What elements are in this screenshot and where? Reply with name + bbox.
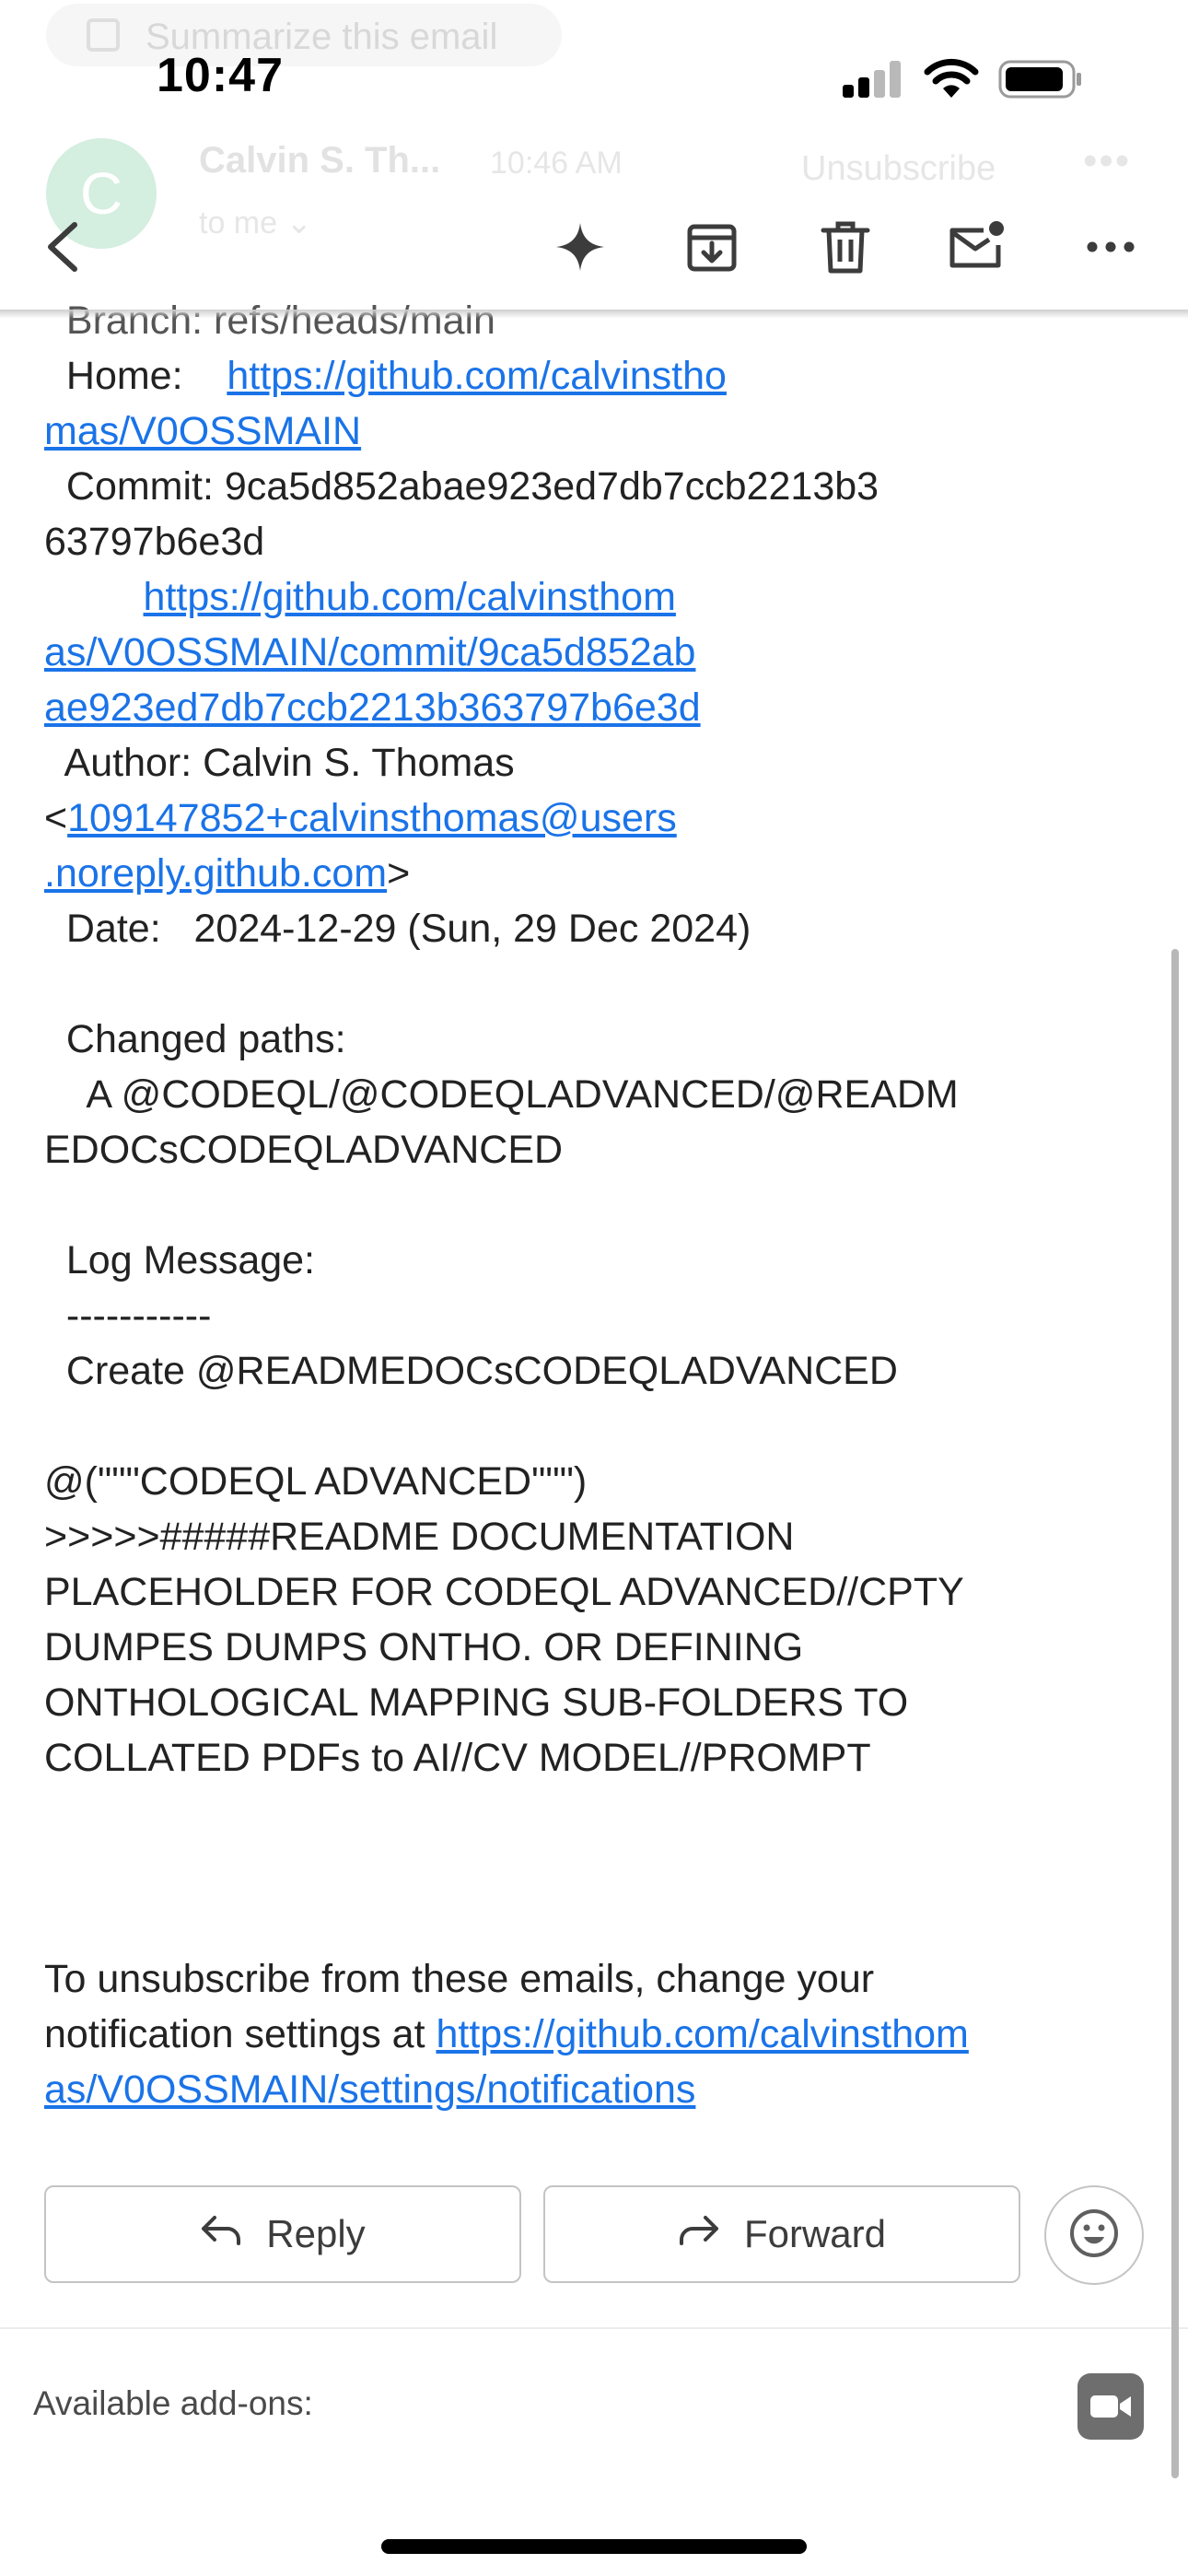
cellular-signal-icon xyxy=(843,61,902,98)
addons-label: Available add-ons: xyxy=(33,2384,313,2422)
sender-name: Calvin S. Th... xyxy=(199,140,441,181)
video-addon-icon[interactable] xyxy=(1077,2373,1144,2440)
date-line: Date: 2024-12-29 (Sun, 29 Dec 2024) xyxy=(44,907,751,951)
home-label: Home: xyxy=(44,354,216,398)
log-message-create: Create @READMEDOCsCODEQLADVANCED xyxy=(44,1349,898,1393)
message-line-4: DUMPES DUMPS ONTHO. OR DEFINING xyxy=(44,1625,804,1669)
home-indicator[interactable] xyxy=(381,2539,807,2554)
toolbar-shadow xyxy=(0,310,1188,319)
author-line: Author: Calvin S. Thomas xyxy=(44,741,515,785)
footer-divider xyxy=(0,2327,1188,2329)
email-body: Branch: refs/heads/main Home: https://gi… xyxy=(44,293,1149,2117)
author-email-line-2: .noreply.github.com> xyxy=(44,846,1149,901)
message-line-5: ONTHOLOGICAL MAPPING SUB-FOLDERS TO xyxy=(44,1680,909,1725)
email-time: 10:46 AM xyxy=(490,146,623,181)
commit-line: Commit: 9ca5d852abae923ed7db7ccb2213b3 xyxy=(44,464,879,509)
commit-link-line: https://github.com/calvinsthom xyxy=(44,569,1149,625)
notification-settings-link-cont[interactable]: as/V0OSSMAIN/settings/notifications xyxy=(44,2067,695,2112)
unsubscribe-text-2: notification settings at xyxy=(44,2012,437,2056)
commit-link-line-2: as/V0OSSMAIN/commit/9ca5d852ab xyxy=(44,625,1149,680)
unsubscribe-link[interactable]: Unsubscribe xyxy=(801,149,996,189)
home-link-cont[interactable]: mas/V0OSSMAIN xyxy=(44,409,361,453)
message-line-2: >>>>>#####README DOCUMENTATION xyxy=(44,1515,795,1559)
reply-actions: Reply Forward xyxy=(44,2185,1149,2285)
forward-icon xyxy=(678,2212,720,2256)
header-more-icon[interactable]: ••• xyxy=(1083,138,1131,184)
message-line-1: @("""CODEQL ADVANCED""") xyxy=(44,1459,588,1504)
scrollbar[interactable] xyxy=(1171,949,1179,2478)
log-message-rule: ----------- xyxy=(44,1294,212,1338)
email-toolbar xyxy=(0,193,1188,319)
message-line-6: COLLATED PDFs to AI//CV MODEL//PROMPT xyxy=(44,1736,871,1780)
reply-label: Reply xyxy=(266,2212,366,2255)
message-line-3: PLACEHOLDER FOR CODEQL ADVANCED//CPTY xyxy=(44,1570,964,1614)
unsubscribe-text: To unsubscribe from these emails, change… xyxy=(44,1957,875,2001)
archive-icon[interactable] xyxy=(675,210,749,284)
emoji-icon xyxy=(1068,2207,1120,2264)
home-line: Home: https://github.com/calvinstho xyxy=(44,348,1149,404)
back-icon[interactable] xyxy=(26,210,99,284)
log-message-label: Log Message: xyxy=(44,1238,316,1282)
delete-icon[interactable] xyxy=(809,210,882,284)
sparkle-icon[interactable] xyxy=(543,210,617,284)
emoji-reaction-button[interactable] xyxy=(1044,2185,1144,2285)
author-lt: < xyxy=(44,796,68,840)
forward-label: Forward xyxy=(743,2212,887,2255)
home-line-cont: mas/V0OSSMAIN xyxy=(44,404,1149,459)
commit-link-cont-2[interactable]: ae923ed7db7ccb2213b363797b6e3d xyxy=(44,685,701,730)
more-icon[interactable] xyxy=(1074,210,1147,284)
forward-button[interactable]: Forward xyxy=(543,2185,1020,2283)
commit-line-cont: 63797b6e3d xyxy=(44,520,265,564)
unsubscribe-line-2: notification settings at https://github.… xyxy=(44,2007,1149,2062)
author-email-link-cont[interactable]: .noreply.github.com xyxy=(44,851,387,896)
commit-link-line-3: ae923ed7db7ccb2213b363797b6e3d xyxy=(44,680,1149,735)
author-email-link[interactable]: 109147852+calvinsthomas@users xyxy=(67,796,677,840)
author-email-line: <109147852+calvinsthomas@users xyxy=(44,790,1149,846)
unsubscribe-line-3: as/V0OSSMAIN/settings/notifications xyxy=(44,2062,1149,2117)
wifi-icon xyxy=(923,57,980,100)
status-time: 10:47 xyxy=(157,49,284,102)
reply-button[interactable]: Reply xyxy=(44,2185,521,2283)
changed-path-line-cont: EDOCsCODEQLADVANCED xyxy=(44,1128,564,1172)
mark-unread-icon[interactable] xyxy=(939,210,1013,284)
commit-link[interactable]: https://github.com/calvinsthom xyxy=(144,575,676,619)
reply-icon xyxy=(200,2212,242,2256)
changed-path-line: A @CODEQL/@CODEQLADVANCED/@READM xyxy=(44,1072,959,1117)
home-link[interactable]: https://github.com/calvinstho xyxy=(227,354,727,398)
battery-icon xyxy=(998,59,1083,100)
notification-settings-link[interactable]: https://github.com/calvinsthom xyxy=(436,2012,968,2056)
status-bar: 10:47 xyxy=(0,0,1188,138)
author-gt: > xyxy=(387,851,411,896)
changed-paths-label: Changed paths: xyxy=(44,1017,346,1061)
commit-link-cont[interactable]: as/V0OSSMAIN/commit/9ca5d852ab xyxy=(44,630,695,674)
